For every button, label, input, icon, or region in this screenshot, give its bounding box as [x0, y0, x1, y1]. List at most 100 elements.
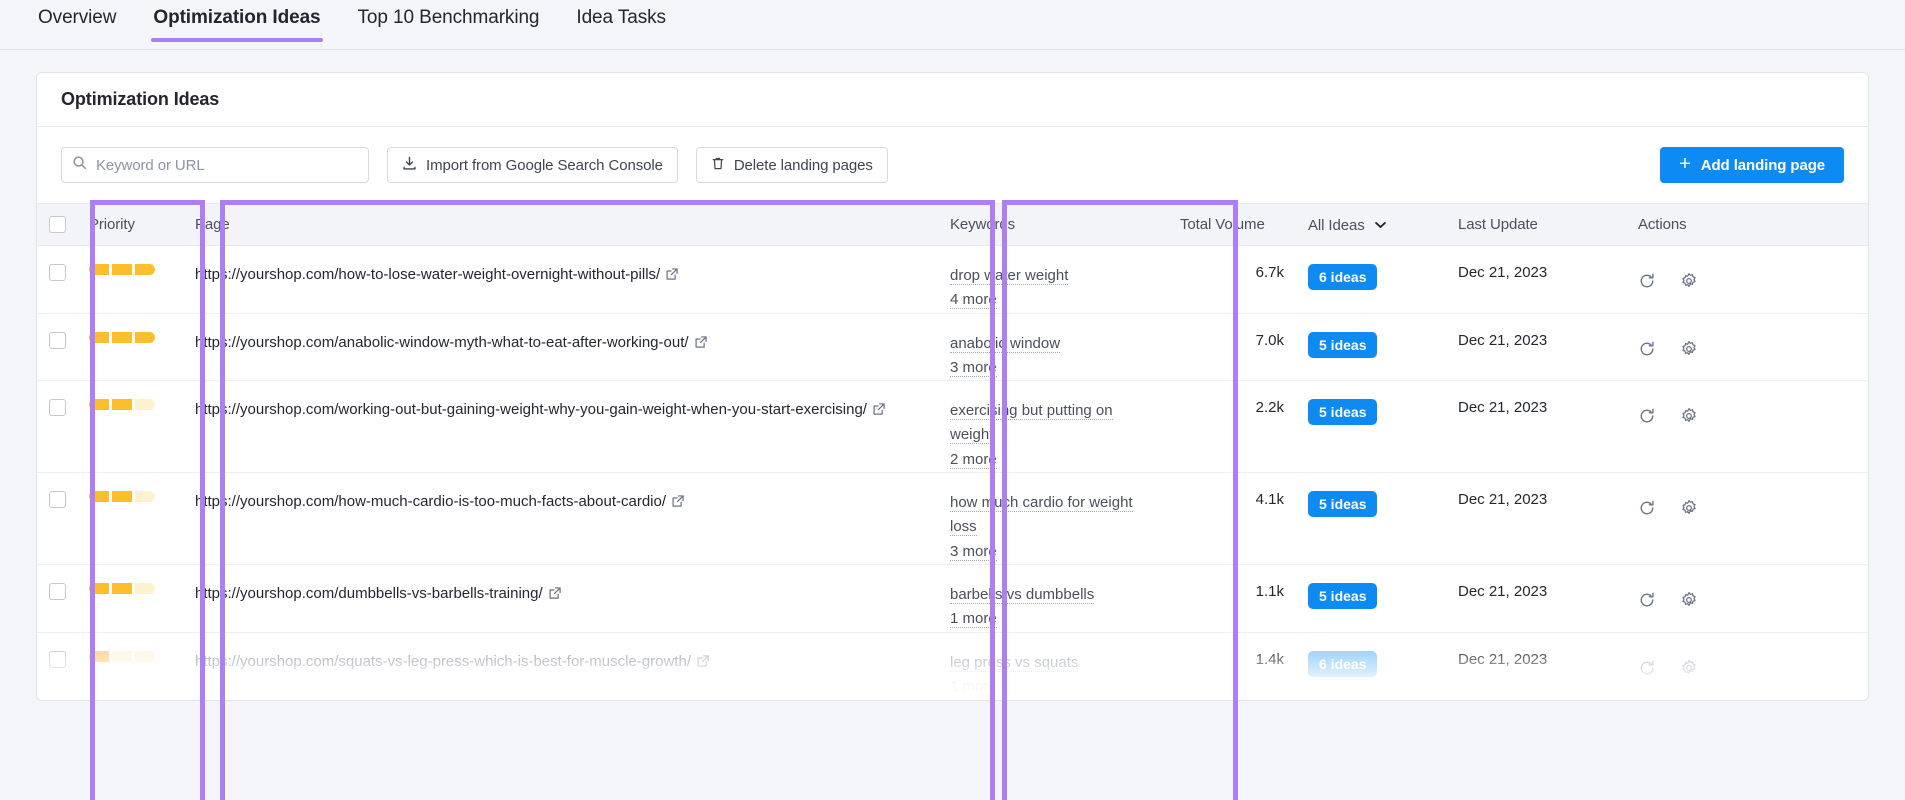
table-body: https://yourshop.com/how-to-lose-water-w… — [37, 246, 1869, 700]
column-header-total-volume[interactable]: Total Volume — [1168, 204, 1296, 246]
row-checkbox[interactable] — [49, 583, 66, 600]
ideas-badge[interactable]: 5 ideas — [1308, 332, 1377, 358]
keywords-cell: drop water weight 4 more — [938, 246, 1168, 314]
more-keywords-link[interactable]: 2 more — [950, 451, 997, 469]
actions-cell — [1626, 313, 1869, 381]
keyword-link[interactable]: leg press vs squats — [950, 654, 1078, 672]
refresh-icon[interactable] — [1638, 659, 1656, 677]
more-keywords-link[interactable]: 3 more — [950, 359, 997, 377]
more-keywords-link[interactable]: 3 more — [950, 543, 997, 561]
priority-bars — [89, 651, 171, 662]
priority-bar — [112, 332, 132, 343]
page-url: https://yourshop.com/squats-vs-leg-press… — [195, 653, 691, 670]
ideas-badge[interactable]: 5 ideas — [1308, 399, 1377, 425]
column-header-all-ideas[interactable]: All Ideas — [1296, 204, 1446, 246]
external-link-icon[interactable] — [548, 585, 562, 608]
keyword-link[interactable]: drop water weight — [950, 267, 1068, 285]
page-cell: https://yourshop.com/how-much-cardio-is-… — [183, 473, 938, 565]
row-actions — [1638, 491, 1858, 517]
keywords-cell: leg press vs squats 1 more — [938, 632, 1168, 700]
more-keywords-link[interactable]: 1 more — [950, 610, 997, 628]
trash-icon — [711, 156, 725, 175]
ideas-cell: 5 ideas — [1296, 313, 1446, 381]
tab-top-10-benchmarking[interactable]: Top 10 Benchmarking — [356, 0, 542, 42]
column-header-priority[interactable]: Priority — [77, 204, 183, 246]
ideas-badge[interactable]: 6 ideas — [1308, 264, 1377, 290]
total-volume-cell: 7.0k — [1168, 313, 1296, 381]
priority-bars — [89, 491, 171, 502]
row-actions — [1638, 651, 1858, 677]
priority-bar — [112, 264, 132, 275]
gear-icon[interactable] — [1680, 407, 1698, 425]
external-link-icon[interactable] — [872, 401, 886, 424]
refresh-icon[interactable] — [1638, 272, 1656, 290]
gear-icon[interactable] — [1680, 272, 1698, 290]
keyword-link-wrap: leg press vs squats — [950, 651, 1156, 675]
priority-bar — [135, 264, 155, 275]
priority-bars — [89, 399, 171, 410]
keyword-link[interactable]: exercising but putting on weight — [950, 402, 1113, 444]
keyword-link[interactable]: anabolic window — [950, 335, 1060, 353]
refresh-icon[interactable] — [1638, 340, 1656, 358]
keyword-link[interactable]: how much cardio for weight loss — [950, 494, 1133, 536]
gear-icon[interactable] — [1680, 659, 1698, 677]
ideas-badge[interactable]: 6 ideas — [1308, 651, 1377, 677]
priority-bar — [89, 264, 109, 275]
keyword-link-wrap: exercising but putting on weight — [950, 399, 1156, 448]
search-input[interactable]: Keyword or URL — [61, 147, 369, 183]
priority-bar — [112, 491, 132, 502]
column-header-last-update[interactable]: Last Update — [1446, 204, 1626, 246]
row-select-cell — [37, 313, 77, 381]
import-from-google-search-console-button[interactable]: Import from Google Search Console — [387, 147, 678, 183]
gear-icon[interactable] — [1680, 591, 1698, 609]
tab-idea-tasks[interactable]: Idea Tasks — [574, 0, 667, 42]
refresh-icon[interactable] — [1638, 591, 1656, 609]
search-icon — [72, 155, 87, 175]
refresh-icon[interactable] — [1638, 499, 1656, 517]
external-link-icon[interactable] — [694, 334, 708, 357]
external-link-icon[interactable] — [696, 653, 710, 676]
last-update-cell: Dec 21, 2023 — [1446, 473, 1626, 565]
more-keywords-wrap: 3 more — [950, 540, 1156, 564]
keyword-link[interactable]: barbells vs dumbbells — [950, 586, 1094, 604]
table-row: https://yourshop.com/anabolic-window-myt… — [37, 313, 1869, 381]
table-row: https://yourshop.com/squats-vs-leg-press… — [37, 632, 1869, 700]
tab-overview[interactable]: Overview — [36, 0, 118, 42]
page-cell: https://yourshop.com/working-out-but-gai… — [183, 381, 938, 473]
tab-optimization-ideas[interactable]: Optimization Ideas — [151, 0, 322, 42]
select-all-checkbox[interactable] — [49, 216, 66, 233]
row-checkbox[interactable] — [49, 651, 66, 668]
last-update-cell: Dec 21, 2023 — [1446, 381, 1626, 473]
refresh-icon[interactable] — [1638, 407, 1656, 425]
page-url: https://yourshop.com/working-out-but-gai… — [195, 401, 867, 418]
external-link-icon[interactable] — [665, 266, 679, 289]
gear-icon[interactable] — [1680, 340, 1698, 358]
priority-bar-empty — [112, 651, 132, 662]
delete-landing-pages-button[interactable]: Delete landing pages — [696, 147, 888, 183]
priority-bar — [89, 651, 109, 662]
row-checkbox[interactable] — [49, 491, 66, 508]
column-header-page[interactable]: Page — [183, 204, 938, 246]
row-checkbox[interactable] — [49, 399, 66, 416]
priority-bar — [112, 583, 132, 594]
optimization-ideas-table: Priority Page Keywords Total Volume All … — [37, 203, 1869, 700]
chevron-down-icon — [1375, 216, 1386, 233]
row-select-cell — [37, 564, 77, 632]
more-keywords-link[interactable]: 1 more — [950, 678, 997, 696]
more-keywords-link[interactable]: 4 more — [950, 291, 997, 309]
column-header-keywords[interactable]: Keywords — [938, 204, 1168, 246]
add-landing-page-button[interactable]: + Add landing page — [1660, 147, 1844, 183]
row-checkbox[interactable] — [49, 264, 66, 281]
gear-icon[interactable] — [1680, 499, 1698, 517]
row-checkbox[interactable] — [49, 332, 66, 349]
ideas-badge[interactable]: 5 ideas — [1308, 491, 1377, 517]
keywords-cell: barbells vs dumbbells 1 more — [938, 564, 1168, 632]
ideas-badge[interactable]: 5 ideas — [1308, 583, 1377, 609]
ideas-cell: 5 ideas — [1296, 473, 1446, 565]
priority-cell — [77, 564, 183, 632]
column-header-actions: Actions — [1626, 204, 1869, 246]
priority-bar — [89, 399, 109, 410]
import-button-label: Import from Google Search Console — [426, 157, 663, 174]
add-button-label: Add landing page — [1701, 157, 1825, 174]
external-link-icon[interactable] — [671, 493, 685, 516]
